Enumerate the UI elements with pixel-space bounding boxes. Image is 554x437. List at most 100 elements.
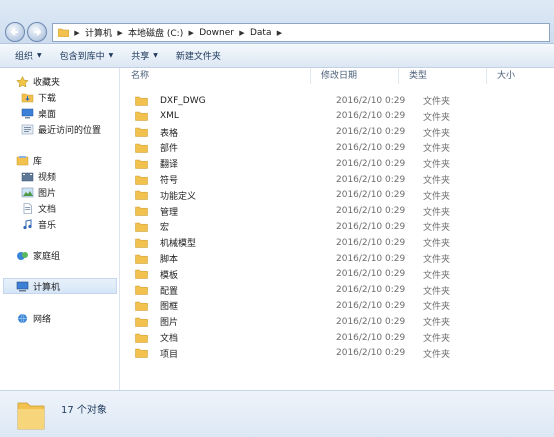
star-icon <box>16 75 29 87</box>
document-icon <box>23 202 32 214</box>
file-type: 文件夹 <box>423 239 451 250</box>
organize-button[interactable]: 组织 ▼ <box>8 46 49 66</box>
recent-places-icon <box>21 124 34 134</box>
file-date: 2016/2/10 0:29 <box>336 332 406 343</box>
table-row[interactable]: 配置 2016/2/10 0:29 文件夹 <box>121 283 554 298</box>
table-row[interactable]: 项目 2016/2/10 0:29 文件夹 <box>121 346 554 361</box>
breadcrumb: ▶ 计算机 ▶ 本地磁盘 (C:) ▶ Downer ▶ Data ▶ <box>69 24 287 41</box>
file-date: 2016/2/10 0:29 <box>336 300 406 311</box>
file-type: 文件夹 <box>423 176 451 186</box>
sidebar-item-network[interactable]: 网络 <box>0 310 117 326</box>
network-icon <box>18 313 27 323</box>
table-row[interactable]: 宏 2016/2/10 0:29 文件夹 <box>121 219 554 234</box>
chevron-right-icon[interactable]: ▶ <box>183 29 199 37</box>
file-name: 模板 <box>160 270 179 281</box>
table-row[interactable]: XML 2016/2/10 0:29 文件夹 <box>121 109 554 124</box>
picture-icon <box>21 187 34 197</box>
file-name: 符号 <box>160 176 179 186</box>
download-folder-icon <box>21 93 34 102</box>
file-type: 文件夹 <box>423 334 451 344</box>
breadcrumb-data[interactable]: Data <box>250 28 272 38</box>
file-name: XML <box>160 111 179 122</box>
column-type[interactable]: 类型 <box>399 68 487 84</box>
file-type: 文件夹 <box>423 97 451 107</box>
table-row[interactable]: 功能定义 2016/2/10 0:29 文件夹 <box>121 188 554 203</box>
table-row[interactable]: DXF_DWG 2016/2/10 0:29 文件夹 <box>121 93 554 108</box>
file-type: 文件夹 <box>423 160 451 171</box>
folder-icon <box>135 159 148 169</box>
file-name: 文档 <box>160 334 179 344</box>
folder-icon <box>135 96 148 106</box>
sidebar-item-videos[interactable]: 视频 <box>0 168 117 184</box>
table-row[interactable]: 符号 2016/2/10 0:29 文件夹 <box>121 172 554 187</box>
forward-button[interactable] <box>27 22 47 42</box>
table-row[interactable]: 管理 2016/2/10 0:29 文件夹 <box>121 204 554 219</box>
file-type: 文件夹 <box>423 349 451 360</box>
folder-icon <box>135 127 148 137</box>
dropdown-arrow-icon: ▼ <box>108 52 114 59</box>
sidebar-item-desktop[interactable]: 桌面 <box>0 105 117 121</box>
share-button[interactable]: 共享 ▼ <box>124 46 165 66</box>
sidebar-item-favorites[interactable]: 收藏夹 <box>0 73 117 89</box>
video-icon <box>21 172 34 181</box>
folder-icon <box>135 112 148 122</box>
column-size[interactable]: 大小 <box>487 68 554 84</box>
sidebar-item-libraries[interactable]: 库 <box>0 152 117 168</box>
folder-icon <box>135 206 148 216</box>
address-input[interactable]: ▶ 计算机 ▶ 本地磁盘 (C:) ▶ Downer ▶ Data ▶ <box>52 23 550 42</box>
table-row[interactable]: 翻译 2016/2/10 0:29 文件夹 <box>121 156 554 171</box>
back-button[interactable] <box>5 22 25 42</box>
table-row[interactable]: 图框 2016/2/10 0:29 文件夹 <box>121 298 554 313</box>
file-list: 名称 修改日期 类型 大小 DXF_DWG 2016/2/10 0:29 文件夹 XM… <box>121 68 554 390</box>
file-date: 2016/2/10 0:29 <box>336 253 406 264</box>
table-row[interactable]: 部件 2016/2/10 0:29 文件夹 <box>121 140 554 155</box>
chevron-right-icon[interactable]: ▶ <box>69 29 85 37</box>
file-date: 2016/2/10 0:29 <box>336 142 406 153</box>
file-type: 文件夹 <box>423 191 451 202</box>
table-row[interactable]: 文档 2016/2/10 0:29 文件夹 <box>121 330 554 345</box>
chevron-right-icon[interactable]: ▶ <box>112 29 128 37</box>
breadcrumb-drive-c[interactable]: 本地磁盘 (C:) <box>128 26 183 39</box>
file-date: 2016/2/10 0:29 <box>336 206 406 217</box>
sidebar-item-computer[interactable]: 计算机 <box>3 278 117 294</box>
table-row[interactable]: 图片 2016/2/10 0:29 文件夹 <box>121 314 554 329</box>
file-date: 2016/2/10 0:29 <box>336 269 406 280</box>
item-count: 17 个对象 <box>61 405 107 416</box>
sidebar-item-downloads[interactable]: 下载 <box>0 89 117 105</box>
sidebar-item-documents[interactable]: 文档 <box>0 200 117 216</box>
file-date: 2016/2/10 0:29 <box>336 221 406 232</box>
folder-icon <box>135 175 148 185</box>
file-type: 文件夹 <box>423 255 451 265</box>
breadcrumb-downer[interactable]: Downer <box>199 28 234 38</box>
desktop-icon <box>21 108 34 118</box>
folder-icon <box>135 254 148 264</box>
file-date: 2016/2/10 0:29 <box>336 237 406 248</box>
file-date: 2016/2/10 0:29 <box>336 285 406 296</box>
breadcrumb-computer[interactable]: 计算机 <box>85 26 112 39</box>
sidebar-item-music[interactable]: 音乐 <box>0 216 117 232</box>
dropdown-arrow-icon: ▼ <box>153 52 158 59</box>
table-row[interactable]: 模板 2016/2/10 0:29 文件夹 <box>121 267 554 282</box>
chevron-right-icon[interactable]: ▶ <box>234 29 250 37</box>
file-type: 文件夹 <box>423 223 451 234</box>
file-type: 文件夹 <box>423 286 451 297</box>
new-folder-button[interactable]: 新建文件夹 <box>169 46 228 66</box>
column-date-modified[interactable]: 修改日期 <box>311 68 399 84</box>
include-in-library-button[interactable]: 包含到库中 ▼ <box>53 46 121 66</box>
sidebar-item-homegroup[interactable]: 家庭组 <box>0 247 117 263</box>
column-name[interactable]: 名称 <box>121 68 311 84</box>
folder-icon <box>135 143 148 153</box>
homegroup-icon <box>17 251 28 260</box>
chevron-right-icon[interactable]: ▶ <box>271 29 287 37</box>
file-type: 文件夹 <box>423 112 451 123</box>
table-row[interactable]: 机械模型 2016/2/10 0:29 文件夹 <box>121 235 554 250</box>
sidebar-item-recent-places[interactable]: 最近访问的位置 <box>0 121 117 137</box>
table-row[interactable]: 表格 2016/2/10 0:29 文件夹 <box>121 125 554 140</box>
file-name: 配置 <box>160 286 179 297</box>
file-date: 2016/2/10 0:29 <box>336 348 406 359</box>
file-name: 机械模型 <box>160 239 197 250</box>
table-row[interactable]: 脚本 2016/2/10 0:29 文件夹 <box>121 251 554 266</box>
sidebar-item-pictures[interactable]: 图片 <box>0 184 117 200</box>
folder-icon <box>135 317 148 327</box>
file-name: 图框 <box>160 302 179 313</box>
